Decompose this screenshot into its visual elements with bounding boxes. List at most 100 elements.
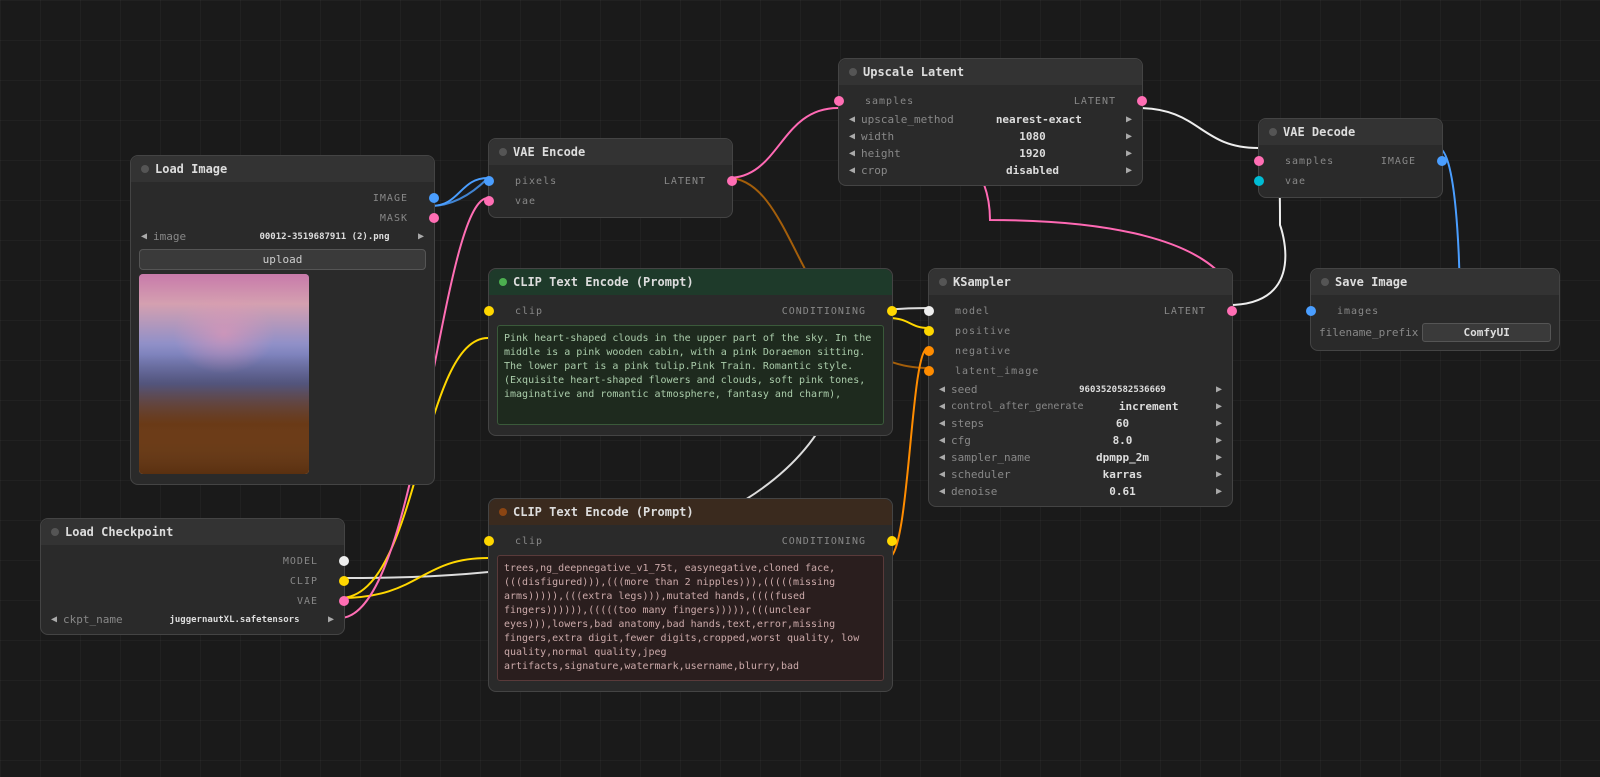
- conditioning-negative-output-dot[interactable]: [887, 536, 897, 546]
- save-image-images-label: images: [1321, 306, 1379, 317]
- upload-button[interactable]: upload: [139, 249, 426, 270]
- model-output-dot[interactable]: [339, 556, 349, 566]
- ksampler-latent-port: latent_image: [929, 361, 1232, 381]
- sampler-name-row: ◀ sampler_name dpmpp_2m ▶: [929, 449, 1232, 466]
- clip-text-positive-node: CLIP Text Encode (Prompt) clip CONDITION…: [488, 268, 893, 436]
- height-prev[interactable]: ◀: [847, 148, 857, 159]
- sampler-name-value: dpmpp_2m: [1035, 451, 1210, 464]
- filename-prefix-value[interactable]: ComfyUI: [1422, 323, 1551, 342]
- control-after-label: control_after_generate: [951, 401, 1083, 412]
- ksampler-positive-dot[interactable]: [924, 326, 934, 336]
- ksampler-latent-output-dot[interactable]: [1227, 306, 1237, 316]
- mask-output-dot[interactable]: [429, 213, 439, 223]
- scheduler-next[interactable]: ▶: [1214, 469, 1224, 480]
- seed-prev[interactable]: ◀: [937, 384, 947, 395]
- ksampler-body: model LATENT positive negative latent_im…: [929, 295, 1232, 506]
- upscale-method-next[interactable]: ▶: [1124, 114, 1134, 125]
- latent-output-dot[interactable]: [727, 176, 737, 186]
- image-next-arrow[interactable]: ▶: [416, 231, 426, 242]
- clip-negative-text[interactable]: trees,ng_deepnegative_v1_75t, easynegati…: [497, 555, 884, 681]
- upscale-method-prev[interactable]: ◀: [847, 114, 857, 125]
- save-image-images-dot[interactable]: [1306, 306, 1316, 316]
- steps-next[interactable]: ▶: [1214, 418, 1224, 429]
- clip-negative-input-dot[interactable]: [484, 536, 494, 546]
- crop-prev[interactable]: ◀: [847, 165, 857, 176]
- cfg-value: 8.0: [1035, 434, 1210, 447]
- ksampler-latent-input-dot[interactable]: [924, 366, 934, 376]
- load-image-status-dot: [141, 165, 149, 173]
- vae-decode-vae-port: vae: [1259, 171, 1442, 191]
- vae-output-dot[interactable]: [339, 596, 349, 606]
- upscale-latent-title: Upscale Latent: [863, 65, 964, 79]
- ksampler-status-dot: [939, 278, 947, 286]
- load-image-body: IMAGE MASK ◀ image 00012-3519687911 (2).…: [131, 182, 434, 484]
- steps-prev[interactable]: ◀: [937, 418, 947, 429]
- clip-text-negative-header: CLIP Text Encode (Prompt): [489, 499, 892, 525]
- conditioning-positive-output-dot[interactable]: [887, 306, 897, 316]
- vae-encode-status-dot: [499, 148, 507, 156]
- width-next[interactable]: ▶: [1124, 131, 1134, 142]
- vae-decode-image-label: IMAGE: [1381, 156, 1432, 167]
- vae-decode-image-dot[interactable]: [1437, 156, 1447, 166]
- denoise-prev[interactable]: ◀: [937, 486, 947, 497]
- clip-positive-input-dot[interactable]: [484, 306, 494, 316]
- clip-output-dot[interactable]: [339, 576, 349, 586]
- ckpt-widget-row: ◀ ckpt_name juggernautXL.safetensors ▶: [41, 611, 344, 628]
- seed-next[interactable]: ▶: [1214, 384, 1224, 395]
- ksampler-negative-label: negative: [939, 346, 1011, 357]
- control-after-value: increment: [1087, 400, 1209, 413]
- image-prev-arrow[interactable]: ◀: [139, 231, 149, 242]
- ksampler-node: KSampler model LATENT positive negative …: [928, 268, 1233, 507]
- cfg-prev[interactable]: ◀: [937, 435, 947, 446]
- vae-encode-title: VAE Encode: [513, 145, 585, 159]
- sampler-name-prev[interactable]: ◀: [937, 452, 947, 463]
- vae-decode-samples-dot[interactable]: [1254, 156, 1264, 166]
- vae-output-label: VAE: [297, 596, 334, 607]
- ksampler-model-dot[interactable]: [924, 306, 934, 316]
- image-widget-row: ◀ image 00012-3519687911 (2).png ▶: [131, 228, 434, 245]
- clip-positive-text[interactable]: Pink heart-shaped clouds in the upper pa…: [497, 325, 884, 425]
- denoise-next[interactable]: ▶: [1214, 486, 1224, 497]
- clip-positive-input-label: clip: [499, 306, 543, 317]
- clip-text-negative-status-dot: [499, 508, 507, 516]
- vae-decode-vae-dot[interactable]: [1254, 176, 1264, 186]
- upscale-latent-status-dot: [849, 68, 857, 76]
- height-row: ◀ height 1920 ▶: [839, 145, 1142, 162]
- control-after-prev[interactable]: ◀: [937, 401, 947, 412]
- pixels-input-dot[interactable]: [484, 176, 494, 186]
- cfg-next[interactable]: ▶: [1214, 435, 1224, 446]
- ksampler-header: KSampler: [929, 269, 1232, 295]
- height-label: height: [861, 147, 941, 160]
- samples-input-dot[interactable]: [834, 96, 844, 106]
- upscale-method-value: nearest-exact: [958, 113, 1120, 126]
- crop-row: ◀ crop disabled ▶: [839, 162, 1142, 179]
- scheduler-prev[interactable]: ◀: [937, 469, 947, 480]
- ksampler-negative-dot[interactable]: [924, 346, 934, 356]
- samples-port: samples LATENT: [839, 91, 1142, 111]
- clip-output-port: CLIP: [41, 571, 344, 591]
- crop-value: disabled: [945, 164, 1120, 177]
- clip-text-negative-body: clip CONDITIONING trees,ng_deepnegative_…: [489, 525, 892, 691]
- ckpt-prev-arrow[interactable]: ◀: [49, 614, 59, 625]
- width-prev[interactable]: ◀: [847, 131, 857, 142]
- crop-next[interactable]: ▶: [1124, 165, 1134, 176]
- upscale-latent-node: Upscale Latent samples LATENT ◀ upscale_…: [838, 58, 1143, 186]
- ksampler-latent-input-label: latent_image: [939, 366, 1039, 377]
- upscale-latent-header: Upscale Latent: [839, 59, 1142, 85]
- vae-input-dot[interactable]: [484, 196, 494, 206]
- samples-input-label: samples: [849, 96, 914, 107]
- height-next[interactable]: ▶: [1124, 148, 1134, 159]
- ckpt-widget-label: ckpt_name: [63, 613, 143, 626]
- image-output-dot[interactable]: [429, 193, 439, 203]
- vae-decode-samples-port: samples IMAGE: [1259, 151, 1442, 171]
- ckpt-next-arrow[interactable]: ▶: [326, 614, 336, 625]
- save-image-status-dot: [1321, 278, 1329, 286]
- upscale-latent-output-label: LATENT: [1074, 96, 1132, 107]
- upscale-latent-output-dot[interactable]: [1137, 96, 1147, 106]
- control-after-next[interactable]: ▶: [1214, 401, 1224, 412]
- scheduler-label: scheduler: [951, 468, 1031, 481]
- cfg-label: cfg: [951, 434, 1031, 447]
- crop-label: crop: [861, 164, 941, 177]
- sampler-name-next[interactable]: ▶: [1214, 452, 1224, 463]
- clip-negative-port: clip CONDITIONING: [489, 531, 892, 551]
